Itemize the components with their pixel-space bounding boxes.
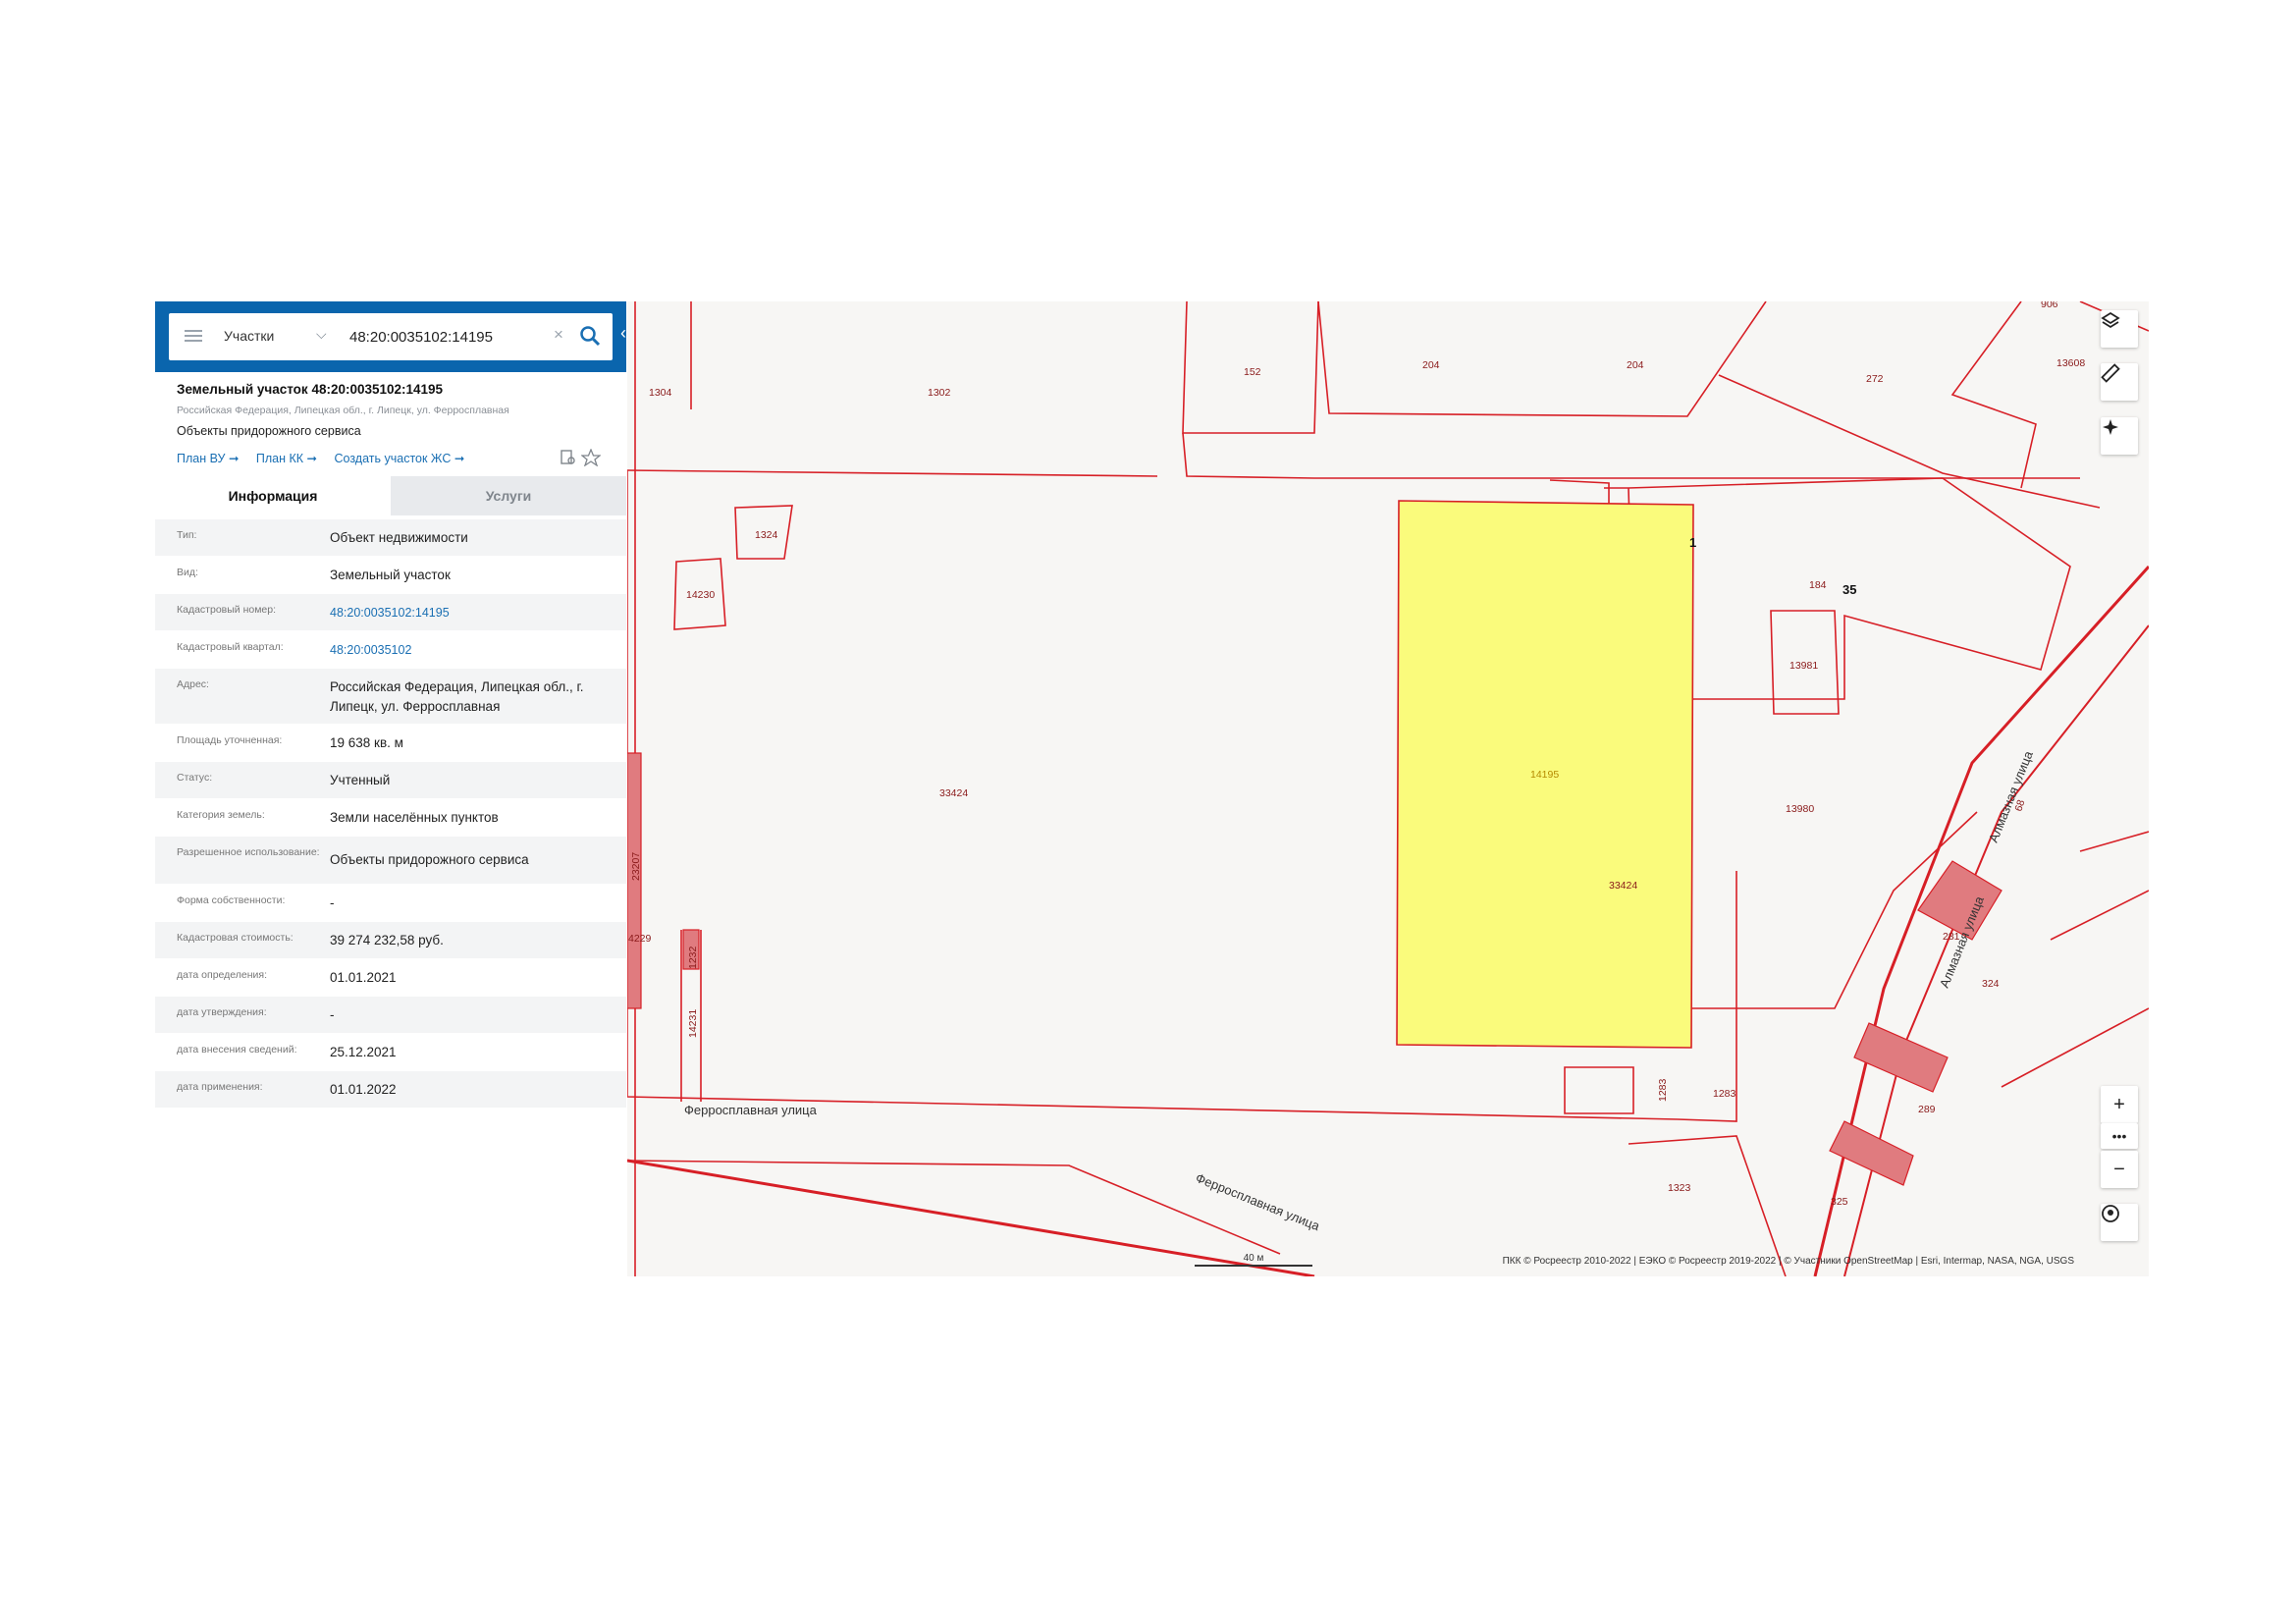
property-row: дата определения: 01.01.2021 <box>155 959 626 997</box>
info-panel: Участки ⌵ × ‹ Земельный участок 48:20:00… <box>155 301 626 1276</box>
building-parcel <box>1853 1022 1949 1093</box>
star-icon[interactable] <box>580 448 603 467</box>
property-row: Форма собственности: - <box>155 885 626 922</box>
parcel-label: 13980 <box>1786 803 1814 815</box>
parcel-label: 14231 <box>687 1009 699 1038</box>
object-use: Объекты придорожного сервиса <box>177 424 361 438</box>
tab-information[interactable]: Информация <box>155 476 391 515</box>
property-row: дата применения: 01.01.2022 <box>155 1071 626 1109</box>
parcel-boundary <box>1317 301 1767 417</box>
parcel-label: 1324 <box>755 529 778 541</box>
parcel-label: 1283 <box>1657 1078 1669 1102</box>
search-box: Участки ⌵ × <box>169 313 613 360</box>
road-labels: Ферросплавная улица Ферросплавная улица … <box>684 748 2036 1234</box>
parcel-boundary <box>627 1160 1281 1255</box>
parcel-boundary <box>1682 698 1978 1009</box>
parcel-boundary <box>627 469 1158 477</box>
zoom-in-icon[interactable]: + <box>2101 1086 2138 1123</box>
property-row: Тип: Объект недвижимости <box>155 519 626 557</box>
parcel-boundary <box>1182 432 2080 479</box>
create-plot-link[interactable]: Создать участок ЖС ➞ <box>335 452 465 465</box>
search-icon[interactable] <box>579 325 601 347</box>
road-label: Ферросплавная улица <box>1194 1170 1322 1234</box>
parcel-label: 14230 <box>686 589 715 601</box>
property-row: Категория земель: Земли населённых пункт… <box>155 799 626 837</box>
cadastral-map[interactable]: 1304 1302 152 204 204 272 13608 1324 142… <box>627 301 2149 1276</box>
search-input[interactable] <box>347 328 548 347</box>
zoom-out-icon[interactable]: − <box>2101 1151 2138 1188</box>
parcel-label: 324 <box>1982 978 2000 990</box>
parcel-label: 325 <box>1831 1196 1848 1208</box>
property-row: Статус: Учтенный <box>155 762 626 799</box>
parcel-label: 1302 <box>928 387 951 399</box>
parcel-label: 35 <box>1842 582 1856 597</box>
plan-vu-link[interactable]: План ВУ ➞ <box>177 452 239 465</box>
parcel-label: 14195 <box>1530 769 1559 781</box>
properties-list: Тип: Объект недвижимости Вид: Земельный … <box>155 519 626 1109</box>
parcel-label: 23207 <box>630 852 642 881</box>
chevron-down-icon[interactable]: ⌵ <box>316 326 327 343</box>
parcel-labels: 1304 1302 152 204 204 272 13608 1324 142… <box>628 301 2085 1208</box>
parcel-label: 906 <box>2041 301 2058 310</box>
parcel-label: 4229 <box>628 933 652 945</box>
card-icons <box>560 448 603 471</box>
parcel-label: 272 <box>1866 373 1884 385</box>
tab-services[interactable]: Услуги <box>391 476 626 515</box>
card-links: План ВУ ➞ План КК ➞ Создать участок ЖС ➞ <box>177 451 478 465</box>
cadastral-quarter-link[interactable]: 48:20:0035102 <box>330 640 614 660</box>
plan-kk-link[interactable]: План КК ➞ <box>256 452 317 465</box>
feature-type-select[interactable]: Участки <box>224 328 274 344</box>
property-row: Разрешенное использование: Объекты придо… <box>155 837 626 885</box>
geolocation-icon[interactable] <box>2101 1204 2138 1241</box>
parcel-label: 1304 <box>649 387 672 399</box>
parcel-label: 1283 <box>1713 1088 1736 1100</box>
property-row: дата утверждения: - <box>155 997 626 1034</box>
parcel-label: 184 <box>1809 579 1827 591</box>
parcel-label: 33424 <box>1609 880 1637 892</box>
map-view[interactable]: 1304 1302 152 204 204 272 13608 1324 142… <box>627 301 2149 1276</box>
more-icon[interactable]: ••• <box>2101 1123 2138 1149</box>
locate-icon[interactable] <box>2101 417 2138 455</box>
object-title: Земельный участок 48:20:0035102:14195 <box>177 382 444 397</box>
map-attribution: ПКК © Росреестр 2010-2022 | ЕЭКО © Росре… <box>1502 1256 2074 1267</box>
parcel-label: 1232 <box>687 946 699 969</box>
parcel-label: 13981 <box>1789 660 1818 672</box>
parcel-label: 204 <box>1627 359 1644 371</box>
app-window: Участки ⌵ × ‹ Земельный участок 48:20:00… <box>155 301 2149 1276</box>
property-row: Кадастровый номер: 48:20:0035102:14195 <box>155 594 626 631</box>
ruler-icon[interactable] <box>2101 363 2138 401</box>
road-label: Алмазная улица <box>1986 748 2036 844</box>
object-card: Земельный участок 48:20:0035102:14195 Ро… <box>177 382 609 438</box>
parcel-boundary <box>1718 374 2101 509</box>
parcel-boundary <box>1950 301 2037 489</box>
road-label: Ферросплавная улица <box>684 1103 818 1117</box>
menu-icon[interactable] <box>185 327 202 345</box>
parcel-label: 204 <box>1422 359 1440 371</box>
parcel-label: 152 <box>1244 366 1261 378</box>
parcel-label: 289 <box>1918 1104 1936 1115</box>
parcel-boundary <box>1564 1066 1634 1114</box>
clear-icon[interactable]: × <box>554 325 563 345</box>
parcel-boundary <box>2050 890 2149 941</box>
parcel-label: 33424 <box>939 787 968 799</box>
property-row: Вид: Земельный участок <box>155 557 626 594</box>
parcel-boundary <box>2001 1007 2149 1088</box>
layers-icon[interactable] <box>2101 310 2138 348</box>
search-bar: Участки ⌵ × ‹ <box>155 301 626 372</box>
object-address: Российская Федерация, Липецкая обл., г. … <box>177 405 509 416</box>
property-row: Адрес: Российская Федерация, Липецкая об… <box>155 669 626 725</box>
parcel-label: 13608 <box>2056 357 2085 369</box>
parcel-boundary <box>2079 831 2149 852</box>
cadastral-number-link[interactable]: 48:20:0035102:14195 <box>330 603 614 623</box>
panel-tabs: Информация Услуги <box>155 476 626 515</box>
property-row: Кадастровый квартал: 48:20:0035102 <box>155 631 626 669</box>
property-row: дата внесения сведений: 25.12.2021 <box>155 1034 626 1071</box>
parcel-label: 1323 <box>1668 1182 1691 1194</box>
report-icon[interactable] <box>560 449 577 466</box>
property-row: Площадь уточненная: 19 638 кв. м <box>155 725 626 762</box>
property-row: Кадастровая стоимость: 39 274 232,58 руб… <box>155 922 626 959</box>
scale-bar: 40 м <box>1195 1253 1312 1267</box>
parcel-label: 1 <box>1689 535 1696 550</box>
building-parcel <box>1829 1120 1914 1186</box>
